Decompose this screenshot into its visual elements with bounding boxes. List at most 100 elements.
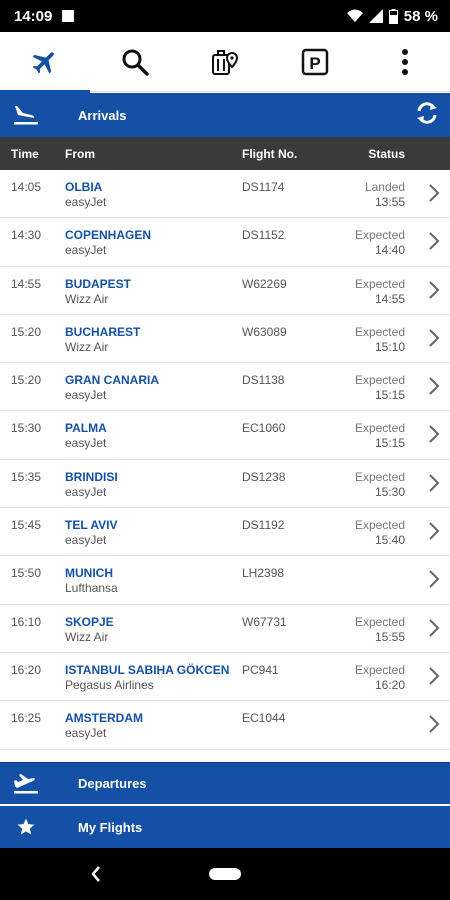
row-airline: easyJet: [65, 388, 107, 403]
airplane-icon: [32, 52, 54, 74]
row-time: 15:20: [11, 324, 42, 339]
tab-search[interactable]: [90, 32, 180, 92]
row-flight: DS1174: [242, 180, 285, 194]
chevron-right-icon: [429, 667, 440, 685]
row-city: PALMA: [65, 421, 107, 436]
search-icon: [122, 49, 149, 76]
row-airline: Pegasus Airlines: [65, 677, 154, 692]
table-row[interactable]: 14:30 COPENHAGEN easyJet DS1152 Expected…: [0, 218, 450, 267]
table-row[interactable]: 15:45 TEL AVIV easyJet DS1192 Expected 1…: [0, 508, 450, 557]
arrivals-header: Arrivals: [0, 93, 450, 137]
row-city: BUCHAREST: [65, 324, 141, 339]
refresh-button[interactable]: [414, 100, 440, 131]
home-pill[interactable]: [209, 868, 241, 880]
row-status: Expected: [354, 324, 405, 339]
row-time: 14:30: [11, 228, 42, 243]
row-status: Expected: [354, 614, 405, 629]
table-row[interactable]: 16:10 SKOPJE Wizz Air W67731 Expected 15…: [0, 605, 450, 653]
row-status: Expected: [354, 228, 405, 243]
row-status: Expected: [354, 276, 405, 291]
signal-icon: [368, 9, 383, 23]
my-flights-label: My Flights: [78, 819, 143, 835]
row-time: 15:20: [11, 373, 42, 388]
table-row[interactable]: 16:20 ISTANBUL SABIHA GÖKCEN Pegasus Air…: [0, 653, 450, 702]
table-row[interactable]: 14:05 OLBIA easyJet DS1174 Landed 13:55: [0, 170, 450, 219]
row-status-time: 15:10: [374, 339, 405, 354]
row-status: Expected: [354, 421, 405, 436]
battery-level: 58 %: [403, 7, 438, 25]
row-airline: easyJet: [65, 436, 107, 451]
row-city: ISTANBUL SABIHA GÖKCEN: [65, 662, 230, 677]
row-flight: DS1192: [242, 518, 285, 533]
row-city: GRAN CANARIA: [65, 373, 159, 388]
top-tabs: P: [0, 32, 450, 93]
chevron-right-icon: [429, 329, 440, 347]
row-time: 16:20: [11, 662, 42, 677]
row-airline: easyJet: [65, 484, 107, 499]
row-airline: Lufthansa: [65, 581, 118, 596]
arrivals-title: Arrivals: [78, 107, 127, 123]
row-status: Expected: [354, 662, 405, 677]
table-row[interactable]: 15:30 PALMA easyJet EC1060 Expected 15:1…: [0, 411, 450, 460]
chevron-right-icon: [429, 377, 440, 395]
row-time: 15:35: [11, 469, 42, 484]
departures-icon: [14, 773, 38, 793]
row-status: Landed: [364, 180, 405, 194]
table-row[interactable]: 15:20 BUCHAREST Wizz Air W63089 Expected…: [0, 315, 450, 364]
row-flight: PC941: [242, 662, 279, 677]
col-status: Status: [368, 147, 405, 161]
back-icon[interactable]: [90, 865, 102, 883]
row-city: MUNICH: [65, 566, 113, 581]
chevron-right-icon: [429, 280, 440, 299]
row-time: 15:50: [11, 566, 42, 581]
row-flight: EC1060: [242, 421, 286, 436]
row-airline: Wizz Air: [65, 339, 109, 354]
chevron-right-icon: [429, 618, 440, 637]
row-time: 14:55: [11, 276, 42, 291]
table-row[interactable]: 14:55 BUDAPEST Wizz Air W62269 Expected …: [0, 267, 450, 315]
tab-parking[interactable]: P: [270, 32, 360, 92]
row-status: Expected: [354, 469, 405, 484]
status-icons: 58 %: [346, 7, 438, 25]
tab-more[interactable]: [360, 32, 450, 92]
departures-button[interactable]: Departures: [0, 762, 450, 804]
row-status-time: 15:30: [374, 484, 405, 499]
row-airline: Wizz Air: [65, 291, 109, 306]
col-time: Time: [11, 147, 39, 161]
row-status-time: 14:40: [374, 243, 405, 258]
row-airline: Wizz Air: [65, 629, 109, 644]
table-row[interactable]: 15:20 GRAN CANARIA easyJet DS1138 Expect…: [0, 363, 450, 412]
my-flights-button[interactable]: My Flights: [0, 806, 450, 848]
row-status-time: 15:40: [374, 533, 405, 548]
row-flight: DS1152: [242, 228, 285, 243]
row-flight: EC1044: [242, 711, 286, 726]
row-flight: W62269: [242, 276, 287, 291]
luggage-location-icon: [212, 50, 239, 75]
row-time: 14:05: [11, 180, 42, 194]
row-time: 15:45: [11, 518, 42, 533]
tab-baggage[interactable]: [180, 32, 270, 92]
chevron-right-icon: [429, 570, 440, 589]
column-header: Time From Flight No. Status: [0, 137, 450, 170]
table-row[interactable]: 15:35 BRINDISI easyJet DS1238 Expected 1…: [0, 460, 450, 509]
wifi-icon: [346, 9, 363, 22]
chevron-right-icon: [429, 425, 440, 444]
row-status-time: 13:55: [374, 195, 405, 209]
row-status-time: 14:55: [374, 291, 405, 306]
row-status-time: 15:15: [374, 388, 405, 403]
col-from: From: [65, 147, 95, 161]
row-flight: DS1238: [242, 469, 286, 484]
row-city: SKOPJE: [65, 614, 114, 629]
row-city: BUDAPEST: [65, 276, 132, 291]
chevron-right-icon: [429, 715, 440, 733]
tab-flights[interactable]: [0, 32, 90, 93]
flight-list: 14:05 OLBIA easyJet DS1174 Landed 13:55 …: [0, 170, 450, 762]
battery-icon: [388, 8, 398, 24]
row-status: Expected: [354, 373, 405, 388]
table-row[interactable]: 15:50 MUNICH Lufthansa LH2398: [0, 556, 450, 605]
table-row[interactable]: 16:25 AMSTERDAM easyJet EC1044: [0, 701, 450, 750]
parking-icon: P: [301, 48, 329, 76]
row-airline: easyJet: [65, 726, 107, 741]
chevron-right-icon: [429, 184, 440, 202]
row-status-time: 15:55: [374, 629, 405, 644]
